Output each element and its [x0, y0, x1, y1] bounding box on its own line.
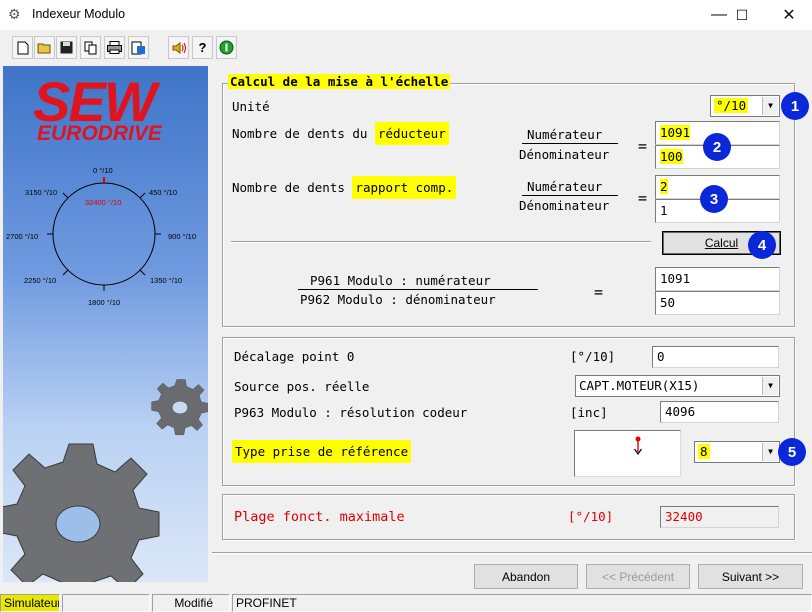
result-numerator-field[interactable]: 1091 — [655, 267, 780, 291]
reference-type-value: 8 — [698, 444, 710, 459]
max-range-field: 32400 — [660, 506, 779, 528]
new-icon — [17, 41, 28, 54]
reference-type-select[interactable]: 8 ▼ — [694, 441, 780, 463]
resolution-label: P963 Modulo : résolution codeur — [234, 405, 468, 420]
modulo-dial-diagram — [3, 177, 208, 582]
calc-button-label: Calcul — [704, 236, 739, 250]
help-icon: ? — [198, 40, 207, 55]
step-badge-2: 2 — [703, 133, 731, 161]
p962-label: P962 Modulo : dénominateur — [300, 292, 496, 307]
status-empty-pane — [62, 594, 150, 612]
cancel-label: Abandon — [501, 569, 551, 584]
help-button[interactable]: ? — [192, 36, 213, 59]
status-mode: Simulateur — [0, 594, 60, 612]
close-button[interactable]: ✕ — [766, 0, 812, 30]
resolution-field[interactable]: 4096 — [660, 401, 779, 423]
export-icon — [131, 41, 145, 54]
result-equals: = — [594, 283, 604, 301]
step-badge-3: 3 — [700, 185, 728, 213]
step-badge-1: 1 — [781, 92, 809, 120]
gear-numerator-label: Numérateur — [527, 127, 603, 142]
ratio-equals: = — [638, 189, 648, 207]
unit-value: °/10 — [714, 98, 749, 113]
dial-label-0: 0 °/10 — [93, 166, 113, 175]
offset-label: Décalage point 0 — [234, 349, 355, 364]
p961-label: P961 Modulo : numérateur — [310, 273, 491, 288]
export-button[interactable] — [128, 36, 149, 59]
source-label: Source pos. réelle — [234, 379, 370, 394]
step-badge-4: 4 — [748, 231, 776, 259]
cancel-button[interactable]: Abandon — [474, 564, 578, 589]
save-button[interactable] — [56, 36, 77, 59]
gear-teeth-label: Nombre de dents du réducteur — [232, 122, 449, 145]
speaker-icon — [172, 41, 186, 54]
source-select[interactable]: CAPT.MOTEUR(X15) ▼ — [575, 375, 780, 397]
info-button[interactable] — [216, 36, 237, 59]
reference-arrow-icon — [634, 436, 642, 456]
footer-separator — [212, 552, 812, 554]
open-icon — [37, 43, 51, 54]
new-button[interactable] — [12, 36, 33, 59]
reference-preview — [574, 430, 681, 477]
dial-label-1800: 1800 °/10 — [88, 298, 121, 307]
speaker-button[interactable] — [168, 36, 189, 59]
max-range-label: Plage fonct. maximale — [234, 509, 405, 525]
result-denominator-field[interactable]: 50 — [655, 291, 780, 315]
close-icon: ✕ — [782, 7, 796, 24]
dial-label-1350: 1350 °/10 — [150, 276, 183, 285]
title-bar: ⚙ Indexeur Modulo — ☐ ✕ — [0, 0, 812, 30]
brand-panel: SEW EURODRIVE 0 °/10 32400 °/10 450 °/10… — [3, 66, 208, 582]
print-button[interactable] — [104, 36, 125, 59]
resolution-unit: [inc] — [570, 405, 608, 420]
dial-label-center: 32400 °/10 — [85, 198, 122, 207]
dial-label-900: 900 °/10 — [168, 232, 197, 241]
toolbar: ? — [0, 34, 812, 64]
max-range-unit: [°/10] — [568, 509, 614, 524]
save-icon — [60, 41, 73, 54]
unit-select[interactable]: °/10 ▼ — [710, 95, 780, 117]
step-badge-5: 5 — [778, 438, 806, 466]
gear-equals: = — [638, 137, 648, 155]
status-state: Modifié — [152, 594, 230, 612]
ratio-fraction-line — [522, 195, 618, 196]
ratio-numerator-label: Numérateur — [527, 179, 603, 194]
window-title: Indexeur Modulo — [32, 7, 126, 21]
ratio-denominator-label: Dénominateur — [519, 198, 610, 213]
offset-unit: [°/10] — [570, 349, 616, 364]
result-fraction-line — [298, 289, 538, 290]
gear-fraction-line — [522, 143, 618, 144]
previous-label: << Précédent — [601, 569, 675, 584]
gear-app-icon: ⚙ — [8, 6, 21, 22]
source-value: CAPT.MOTEUR(X15) — [579, 378, 700, 393]
copy-button[interactable] — [80, 36, 101, 59]
status-bar: Simulateur Modifié PROFINET — [0, 592, 812, 612]
open-button[interactable] — [34, 36, 55, 59]
chevron-down-icon: ▼ — [762, 443, 778, 461]
dial-label-450: 450 °/10 — [149, 188, 178, 197]
next-label: Suivant >> — [721, 569, 780, 584]
info-icon — [219, 40, 234, 55]
dial-label-2700: 2700 °/10 — [6, 232, 39, 241]
next-button[interactable]: Suivant >> — [698, 564, 803, 589]
dial-label-2250: 2250 °/10 — [24, 276, 57, 285]
chevron-down-icon: ▼ — [762, 377, 778, 395]
unit-label: Unité — [232, 99, 270, 114]
gear-denominator-label: Dénominateur — [519, 147, 610, 162]
offset-field[interactable]: 0 — [652, 346, 779, 368]
previous-button[interactable]: << Précédent — [586, 564, 690, 589]
print-icon — [107, 41, 122, 54]
ratio-teeth-label: Nombre de dents rapport comp. — [232, 176, 457, 199]
scaling-calc-title: Calcul de la mise à l'échelle — [228, 74, 451, 89]
copy-icon — [84, 41, 96, 54]
calc-separator — [231, 241, 651, 243]
dial-label-3150: 3150 °/10 — [25, 188, 58, 197]
maximize-icon: ☐ — [735, 6, 749, 23]
status-bus: PROFINET — [232, 594, 812, 612]
chevron-down-icon: ▼ — [762, 97, 778, 115]
maximize-button[interactable]: ☐ — [719, 0, 765, 30]
reference-type-label: Type prise de référence — [232, 440, 412, 463]
